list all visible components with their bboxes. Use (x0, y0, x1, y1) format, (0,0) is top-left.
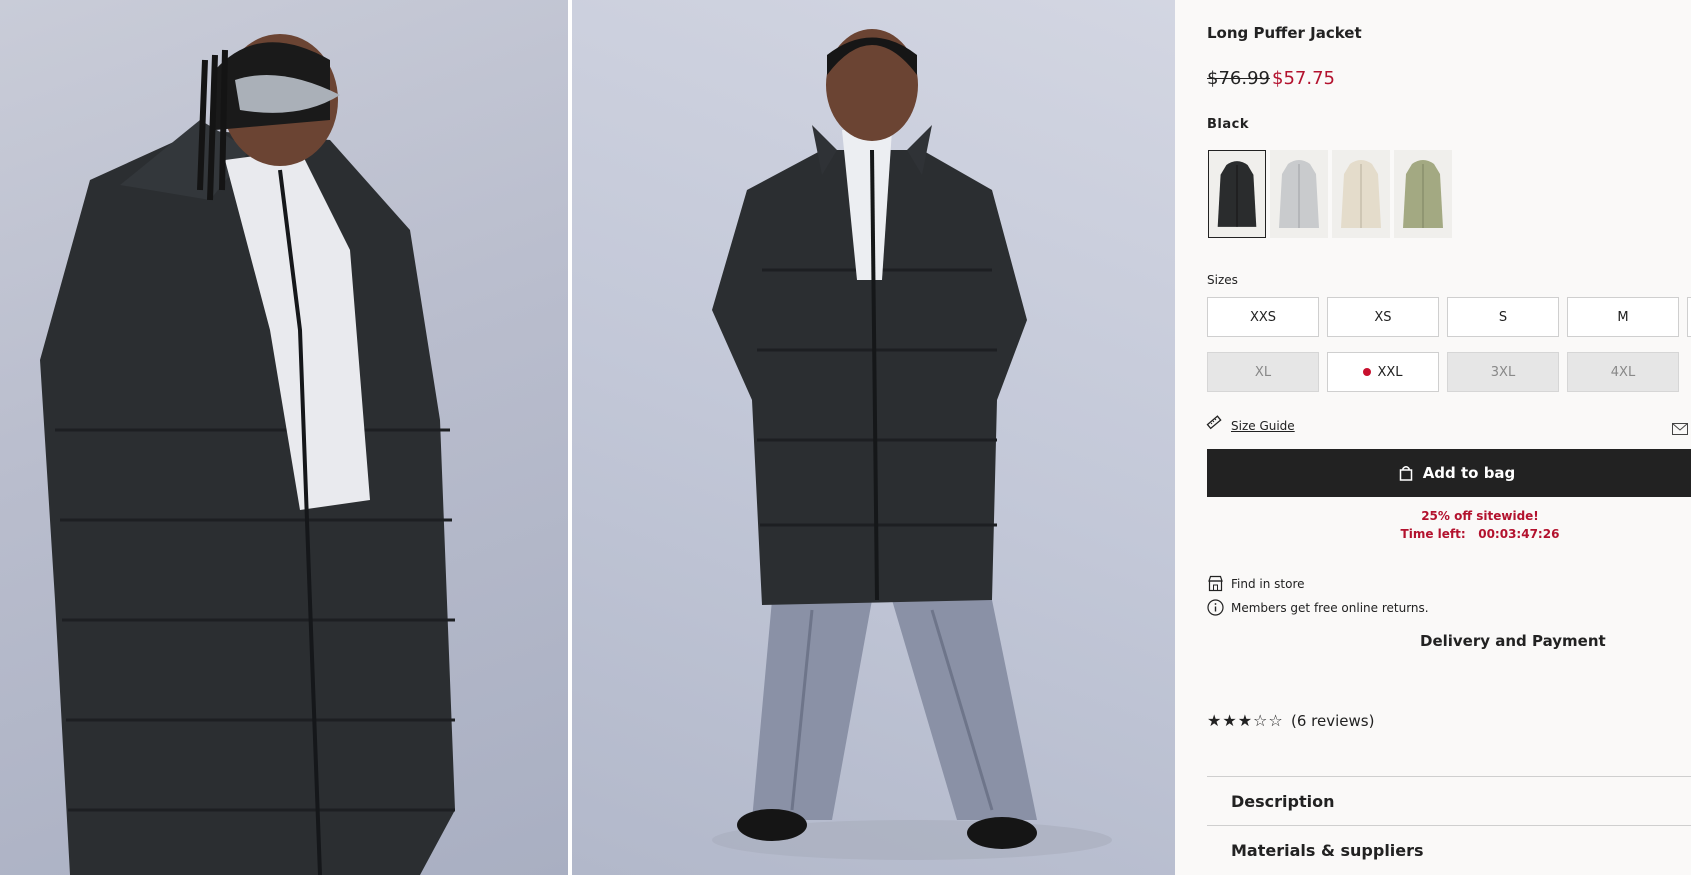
promo-countdown: Time left: 00:03:47:26 (1355, 527, 1605, 541)
size-label: XS (1374, 309, 1392, 325)
size-guide-link[interactable]: Size Guide (1231, 419, 1295, 433)
color-swatch-sage[interactable] (1394, 150, 1452, 238)
size-xxs-button[interactable]: XXS (1207, 297, 1319, 337)
star-filled-icon: ★ (1237, 711, 1254, 730)
size-label: 4XL (1610, 364, 1636, 380)
size-label: XXS (1249, 309, 1277, 325)
reviews-link[interactable]: (6 reviews) (1291, 712, 1374, 730)
free-returns-text: Members get free online returns. (1231, 601, 1429, 615)
product-photo-1[interactable] (0, 0, 568, 875)
description-accordion[interactable]: Description (1231, 792, 1334, 811)
price-sale: $57.75 (1272, 68, 1335, 89)
star-empty-icon: ☆ (1253, 711, 1269, 730)
color-swatch-cream[interactable] (1332, 150, 1390, 238)
promo-headline: 25% off sitewide! (1421, 509, 1539, 523)
add-to-bag-button[interactable]: Add to bag (1207, 449, 1691, 497)
sizes-label: Sizes (1207, 273, 1238, 287)
size-m-button[interactable]: M (1567, 297, 1679, 337)
info-icon (1207, 599, 1224, 620)
ruler-icon (1205, 414, 1223, 436)
size-label: XXL (1377, 364, 1403, 380)
delivery-payment-link[interactable]: Delivery and Payment (1420, 632, 1606, 650)
materials-accordion[interactable]: Materials & suppliers (1231, 841, 1424, 860)
low-stock-indicator (1363, 368, 1372, 376)
size-next-button-partial[interactable] (1687, 297, 1691, 337)
selected-color-name: Black (1207, 117, 1249, 132)
size-3xl-button[interactable]: 3XL (1447, 352, 1559, 392)
product-title: Long Puffer Jacket (1207, 24, 1362, 42)
product-photo-2[interactable] (572, 0, 1175, 875)
star-filled-icon: ★ (1222, 711, 1238, 730)
divider (1207, 825, 1691, 826)
countdown-value: 00:03:47:26 (1478, 527, 1560, 541)
color-swatch-black[interactable] (1208, 150, 1266, 238)
mail-icon[interactable] (1672, 420, 1688, 439)
add-to-bag-label: Add to bag (1422, 464, 1516, 482)
divider (1207, 776, 1691, 777)
color-swatch-light-grey[interactable] (1270, 150, 1328, 238)
bag-icon (1399, 466, 1412, 481)
price-original: $76.99 (1207, 68, 1270, 89)
countdown-label: Time left: (1400, 527, 1466, 541)
size-label: M (1617, 309, 1629, 325)
star-empty-icon: ☆ (1268, 711, 1284, 730)
rating-stars[interactable]: ★★★☆☆ (1207, 711, 1284, 730)
size-label: 3XL (1490, 364, 1516, 380)
star-filled-icon: ★ (1207, 711, 1223, 730)
size-xxl-button[interactable]: XXL (1327, 352, 1439, 392)
product-details-panel: Long Puffer Jacket $76.99 $57.75 Black S… (1175, 0, 1691, 875)
size-label: S (1498, 309, 1508, 325)
store-icon (1207, 575, 1224, 596)
size-label: XL (1254, 364, 1272, 380)
size-xs-button[interactable]: XS (1327, 297, 1439, 337)
size-4xl-button[interactable]: 4XL (1567, 352, 1679, 392)
find-in-store-link[interactable]: Find in store (1231, 577, 1305, 591)
size-s-button[interactable]: S (1447, 297, 1559, 337)
size-xl-button[interactable]: XL (1207, 352, 1319, 392)
